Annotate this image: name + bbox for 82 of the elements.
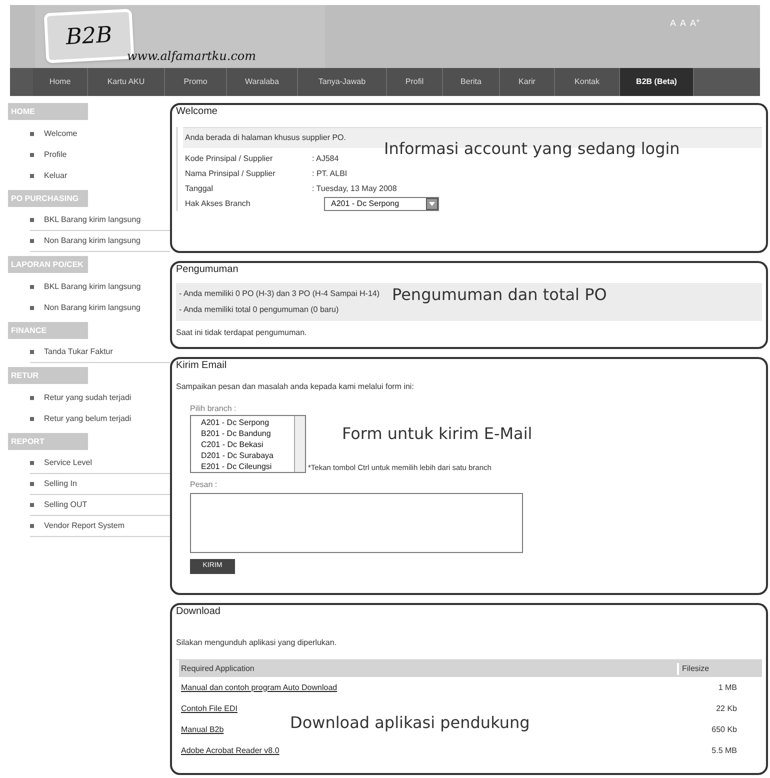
nav-tab[interactable]: Profil [387, 68, 443, 96]
nav-tab[interactable]: Promo [165, 68, 227, 96]
annotation-text: Informasi account yang sedang login [384, 138, 680, 160]
message-field[interactable] [190, 493, 523, 553]
sidebar-link[interactable]: Non Barang kirim langsung [44, 235, 140, 247]
sidebar-link[interactable]: Profile [44, 148, 67, 160]
dropdown-icon [426, 198, 438, 210]
column-header: Required Application [180, 662, 256, 674]
branch-option[interactable]: E201 - Dc Cileungsi [201, 461, 294, 472]
bullet-icon [30, 132, 34, 136]
download-link[interactable]: Manual B2b [181, 724, 224, 734]
nav-tab[interactable]: Kontak [555, 68, 620, 96]
bullet-icon [30, 503, 34, 507]
bullet-icon [30, 174, 34, 178]
field-label: Pesan : [190, 479, 218, 491]
sidebar-link[interactable]: Selling In [44, 478, 77, 490]
branch-option[interactable]: C201 - Dc Bekasi [201, 439, 294, 450]
intro-text: Silakan mengunduh aplikasi yang diperlukan. [176, 637, 338, 649]
sidebar-link[interactable]: Tanda Tukar Faktur [44, 346, 113, 358]
sidebar-link[interactable]: Welcome [44, 128, 78, 140]
branch-option[interactable]: D201 - Dc Surabaya [201, 450, 294, 461]
table-cell-text: 5.5 MB [710, 744, 738, 756]
sidebar-link[interactable]: Vendor Report System [44, 520, 124, 532]
field-value: : Tuesday, 13 May 2008 [312, 182, 397, 194]
field-label: Hak Akses Branch [184, 198, 252, 210]
bullet-icon [30, 461, 34, 465]
bullet-icon [30, 152, 34, 156]
field-label: Kode Prinsipal / Supplier [184, 152, 274, 164]
bullet-icon [30, 350, 34, 354]
nav-tab[interactable]: B2B (Beta) [620, 68, 694, 96]
sidebar-link[interactable]: Keluar [44, 170, 68, 182]
intro-text: Sampaikan pesan dan masalah anda kepada kami melalui form ini: [176, 381, 415, 393]
branch-option[interactable]: B201 - Dc Bandung [201, 428, 294, 439]
nav-tab[interactable]: Kartu AKU [88, 68, 165, 96]
section-title: Pengumuman [176, 263, 240, 277]
bullet-icon [30, 524, 34, 528]
nav-tab[interactable]: Karir [500, 68, 555, 96]
branch-option[interactable]: A201 - Dc Serpong [201, 417, 294, 428]
table-cell-text: 650 Kb [710, 724, 738, 736]
nav-tab[interactable]: Berita [443, 68, 500, 96]
column-header: Filesize [677, 662, 762, 674]
annotation-text: Form untuk kirim E-Mail [342, 423, 532, 445]
sidebar-link[interactable]: Retur yang sudah terjadi [44, 392, 132, 404]
nav-tab[interactable]: Home [33, 68, 88, 96]
bullet-icon [30, 306, 34, 310]
field-label: Pilih branch : [190, 403, 238, 415]
annotation-text: Pengumuman dan total PO [392, 284, 607, 306]
bullet-icon [30, 482, 34, 486]
section-title: Welcome [176, 105, 218, 119]
bullet-icon [30, 284, 34, 288]
sidebar-link[interactable]: BKL Barang kirim langsung [44, 214, 141, 226]
note-text: Saat ini tidak terdapat pengumuman. [176, 327, 308, 339]
scrollbar [294, 416, 305, 472]
field-value: : PT. ALBI [312, 168, 348, 180]
sidebar-link[interactable]: Retur yang belum terjadi [44, 412, 132, 424]
nav-tab[interactable]: Tanya-Jawab [298, 68, 387, 96]
logo-title: B2B [65, 21, 113, 52]
logo-url: www.alfamartku.com [127, 48, 256, 65]
nav-tab[interactable]: Waralaba [227, 68, 298, 96]
bullet-icon [30, 239, 34, 243]
field-label: Nama Prinsipal / Supplier [184, 168, 276, 180]
sidebar-link[interactable]: Service Level [44, 457, 92, 469]
download-link[interactable]: Contoh File EDI [181, 704, 238, 712]
bullet-icon [30, 416, 34, 420]
sidebar-link[interactable]: Selling OUT [44, 499, 88, 511]
download-link[interactable]: Manual dan contoh program Auto Download [181, 682, 338, 692]
section-title: Download [176, 605, 222, 619]
annotation-text: Download aplikasi pendukung [290, 712, 530, 734]
branch-select[interactable]: A201 - Dc Serpong [324, 196, 439, 210]
table-cell-text: 22 Kb [715, 702, 738, 714]
summary-line: - Anda memiliki 0 PO (H-3) dan 3 PO (H-4 Sampai H-14) [179, 289, 380, 298]
sidebar-link[interactable]: Non Barang kirim langsung [44, 302, 140, 314]
table-cell-text: 1 MB [717, 682, 738, 694]
download-link[interactable]: Adobe Acrobat Reader v8.0 [181, 746, 280, 754]
bullet-icon [30, 218, 34, 222]
sidebar-link[interactable]: BKL Barang kirim langsung [44, 280, 141, 292]
field-value: : AJ584 [312, 152, 339, 164]
field-label: Tanggal [184, 182, 214, 194]
summary-line: - Anda memiliki total 0 pengumuman (0 baru) [179, 305, 339, 314]
section-title: Kirim Email [176, 359, 228, 373]
bullet-icon [30, 396, 34, 400]
branch-listbox[interactable]: A201 - Dc Serpong B201 - Dc Bandung C201 - Dc Bekasi D201 - Dc Surabaya E201 - Dc Cileungsi [190, 415, 306, 473]
